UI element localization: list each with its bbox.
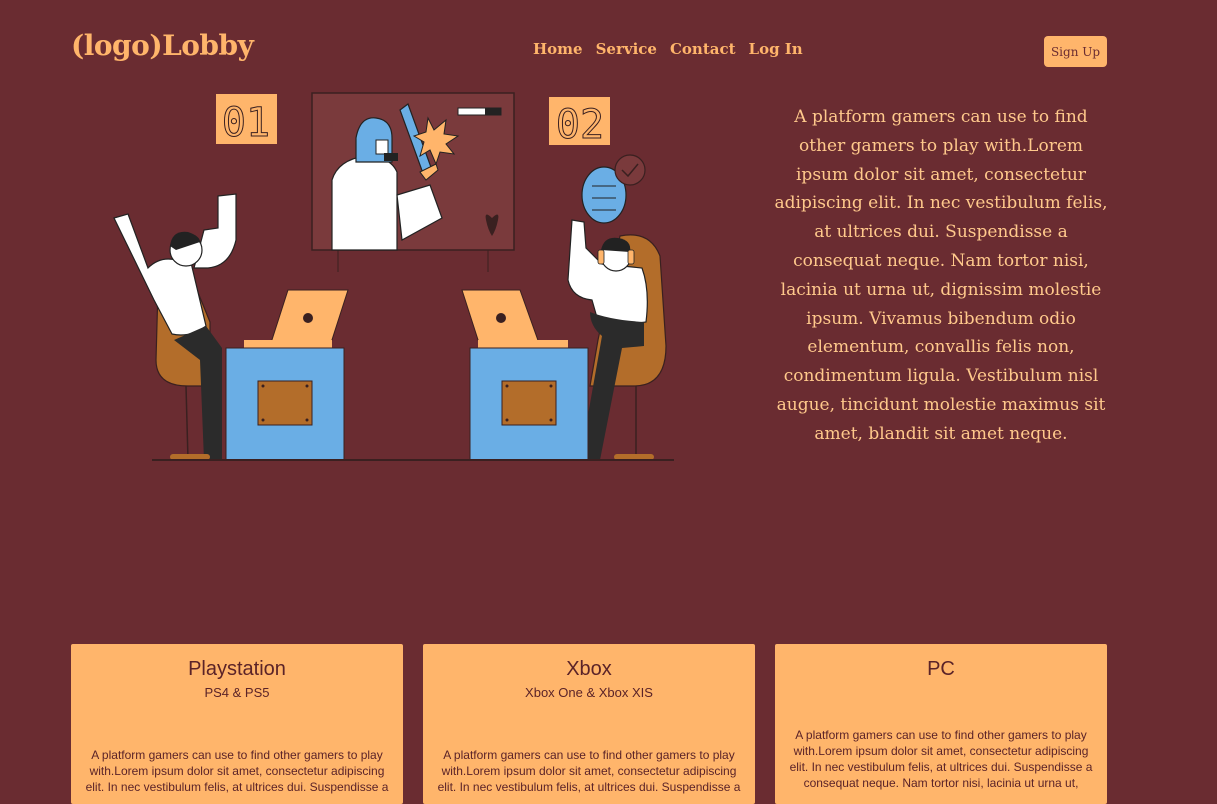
card-subtitle: Xbox One & Xbox XIS [525, 685, 653, 700]
card-subtitle: PS4 & PS5 [204, 685, 270, 700]
hero-illustration: 01 02 [113, 92, 674, 461]
main-nav: Home Service Contact Log In [533, 40, 803, 58]
desk-left [225, 347, 345, 461]
scoreboard-left-text: 01 [222, 100, 270, 146]
card-description: A platform gamers can use to find other … [85, 748, 389, 794]
card-playstation[interactable]: Playstation PS4 & PS5 A platform gamers … [71, 644, 403, 804]
hero-description: A platform gamers can use to find other … [774, 107, 1108, 444]
signup-button[interactable]: Sign Up [1044, 36, 1107, 67]
player-left [113, 193, 237, 461]
card-title: PC [927, 658, 955, 680]
nav-contact[interactable]: Contact [670, 40, 736, 58]
scoreboard-right-text: 02 [556, 102, 604, 148]
logo[interactable]: (logo)Lobby [71, 29, 254, 62]
card-description: A platform gamers can use to find other … [789, 728, 1093, 790]
card-title: Playstation [188, 658, 286, 680]
card-xbox[interactable]: Xbox Xbox One & Xbox XIS A platform game… [423, 644, 755, 804]
scoreboard-right: 02 [549, 97, 610, 149]
game-screen [311, 92, 515, 272]
nav-service[interactable]: Service [596, 40, 657, 58]
laptop-left [244, 289, 349, 348]
card-description: A platform gamers can use to find other … [437, 748, 741, 794]
desk-right [469, 347, 589, 461]
card-title: Xbox [566, 658, 612, 680]
card-pc[interactable]: PC A platform gamers can use to find oth… [775, 644, 1107, 804]
laptop-right [461, 289, 568, 348]
nav-login[interactable]: Log In [749, 40, 803, 58]
scoreboard-left: 01 [216, 94, 277, 147]
nav-home[interactable]: Home [533, 40, 583, 58]
